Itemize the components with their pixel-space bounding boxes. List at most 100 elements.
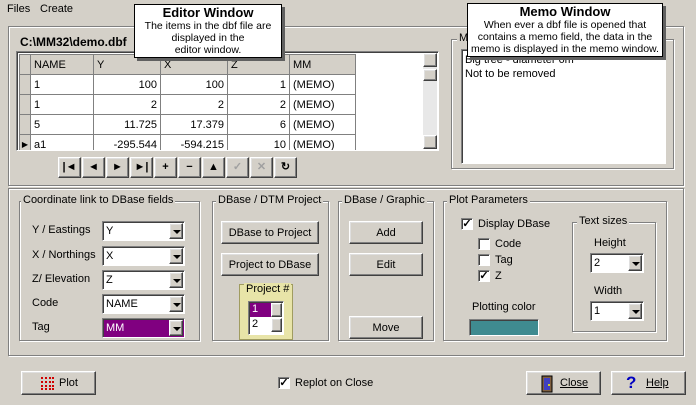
callout-line: When ever a dbf file is opened that — [483, 19, 647, 31]
text-sizes-group: Text sizes Height 2 Width 1 — [572, 215, 656, 332]
last-record-icon[interactable]: ►| — [130, 157, 153, 178]
select-value: X — [106, 250, 114, 262]
chevron-down-icon[interactable] — [169, 296, 183, 312]
z-elevation-select[interactable]: Z — [102, 270, 185, 290]
table-row[interactable]: ▶ a1 -295.544 -594.215 10 (MEMO) — [19, 134, 356, 150]
insert-record-icon[interactable]: + — [154, 157, 177, 178]
grid-cell[interactable]: 17.379 — [160, 114, 228, 135]
tag-checkbox-label: Tag — [495, 254, 513, 266]
chevron-down-icon[interactable] — [628, 255, 642, 271]
dbase-graphic-group: DBase / Graphic Add Edit Move — [338, 194, 434, 341]
grid-cell[interactable]: (MEMO) — [289, 74, 356, 95]
height-select[interactable]: 2 — [590, 253, 644, 273]
column-header[interactable]: NAME — [30, 54, 94, 75]
move-button[interactable]: Move — [349, 316, 423, 339]
file-path: C:\MM32\demo.dbf — [20, 35, 127, 49]
editor-window-callout: Editor Window The items in the dbf file … — [134, 4, 282, 58]
add-button[interactable]: Add — [349, 221, 423, 244]
list-item[interactable]: 2 — [250, 318, 272, 332]
column-header[interactable]: MM — [289, 54, 356, 75]
code-checkbox[interactable] — [478, 238, 490, 250]
replot-on-close-label: Replot on Close — [295, 377, 374, 389]
scroll-down-arrow-icon[interactable] — [423, 135, 437, 149]
chevron-down-icon[interactable] — [169, 272, 183, 288]
project-number-frame: Project # 1 2 — [239, 283, 293, 340]
height-label: Height — [594, 237, 626, 249]
post-edit-icon[interactable]: ✓ — [226, 157, 249, 178]
first-record-icon[interactable]: |◄ — [58, 157, 81, 178]
y-eastings-select[interactable]: Y — [102, 221, 185, 241]
grid-cell[interactable]: 2 — [93, 94, 161, 115]
grid-cell[interactable]: 100 — [160, 74, 228, 95]
x-northings-label: X / Northings — [32, 249, 96, 261]
menu-create[interactable]: Create — [40, 3, 73, 15]
edit-record-icon[interactable]: ▲ — [202, 157, 225, 178]
dbase-to-project-button[interactable]: DBase to Project — [221, 221, 319, 244]
next-record-icon[interactable]: ► — [106, 157, 129, 178]
grid-cell[interactable]: 10 — [227, 134, 290, 150]
grid-cell[interactable]: 2 — [227, 94, 290, 115]
grid-cell[interactable]: 1 — [30, 94, 94, 115]
grid-cell[interactable]: 1 — [227, 74, 290, 95]
callout-line: contains a memo field, the data in the — [477, 31, 653, 43]
close-button[interactable]: Close — [526, 371, 601, 395]
select-value: 2 — [594, 257, 601, 269]
refresh-icon[interactable]: ↻ — [274, 157, 297, 178]
grid-cell[interactable]: -295.544 — [93, 134, 161, 150]
project-number-list[interactable]: 1 2 — [248, 301, 284, 335]
delete-record-icon[interactable]: − — [178, 157, 201, 178]
grid-cell[interactable]: 1 — [30, 74, 94, 95]
chevron-down-icon[interactable] — [628, 303, 642, 319]
tag-select[interactable]: MM — [102, 318, 185, 338]
grid-cell[interactable]: 6 — [227, 114, 290, 135]
z-checkbox[interactable]: ✓ — [478, 270, 490, 282]
select-value: 1 — [594, 305, 601, 317]
edit-button[interactable]: Edit — [349, 253, 423, 276]
grid-cell[interactable]: 11.725 — [93, 114, 161, 135]
grid-cell[interactable]: -594.215 — [160, 134, 228, 150]
current-row-indicator: ▶ — [19, 134, 31, 150]
display-dbase-checkbox[interactable]: ✓ — [461, 218, 473, 230]
table-row[interactable]: 1 2 2 2 (MEMO) — [19, 94, 356, 115]
callout-line: memo is displayed in the memo window. — [471, 43, 659, 55]
grid-cell[interactable]: a1 — [30, 134, 94, 150]
scroll-up-arrow-icon[interactable] — [423, 53, 437, 67]
grid-cell[interactable]: (MEMO) — [289, 134, 356, 150]
help-button[interactable]: ? Help — [611, 371, 686, 395]
table-row[interactable]: 5 11.725 17.379 6 (MEMO) — [19, 114, 356, 135]
spin-down-icon[interactable] — [271, 318, 282, 332]
chevron-down-icon[interactable] — [169, 320, 183, 336]
grid-cell[interactable]: 2 — [160, 94, 228, 115]
replot-on-close-checkbox[interactable]: ✓ — [278, 377, 290, 389]
dtm-project-title: DBase / DTM Project — [216, 194, 324, 206]
grid-cell[interactable]: 5 — [30, 114, 94, 135]
plotting-color-swatch[interactable] — [469, 319, 539, 336]
grid-cell[interactable]: (MEMO) — [289, 114, 356, 135]
grid-table: NAME Y X Z MM 1 100 100 1 (MEMO) 1 2 2 2… — [19, 54, 356, 150]
tag-checkbox[interactable] — [478, 254, 490, 266]
x-northings-select[interactable]: X — [102, 246, 185, 266]
grid-cell[interactable]: 100 — [93, 74, 161, 95]
width-select[interactable]: 1 — [590, 301, 644, 321]
list-item-selected[interactable]: 1 — [250, 303, 272, 317]
memo-textarea[interactable]: Big tree - diameter 6m Not to be removed — [461, 49, 666, 164]
grid-cell[interactable]: (MEMO) — [289, 94, 356, 115]
chevron-down-icon[interactable] — [169, 248, 183, 264]
code-checkbox-label: Code — [495, 238, 522, 250]
scroll-thumb[interactable] — [423, 69, 437, 81]
cancel-edit-icon[interactable]: ✕ — [250, 157, 273, 178]
prior-record-icon[interactable]: ◄ — [82, 157, 105, 178]
project-number-title: Project # — [244, 283, 292, 295]
menu-files[interactable]: Files — [7, 3, 30, 15]
callout-line: The items in the dbf file are — [144, 20, 272, 32]
data-grid[interactable]: NAME Y X Z MM 1 100 100 1 (MEMO) 1 2 2 2… — [16, 51, 439, 151]
y-eastings-label: Y / Eastings — [32, 224, 91, 236]
table-row[interactable]: 1 100 100 1 (MEMO) — [19, 74, 356, 95]
grid-scrollbar[interactable] — [423, 53, 437, 149]
plot-button[interactable]: Plot — [21, 371, 96, 395]
project-to-dbase-button[interactable]: Project to DBase — [221, 253, 319, 276]
coordinate-link-group: Coordinate link to DBase fields Y / East… — [19, 194, 200, 341]
chevron-down-icon[interactable] — [169, 223, 183, 239]
spin-up-icon[interactable] — [271, 303, 282, 317]
code-select[interactable]: NAME — [102, 294, 185, 314]
